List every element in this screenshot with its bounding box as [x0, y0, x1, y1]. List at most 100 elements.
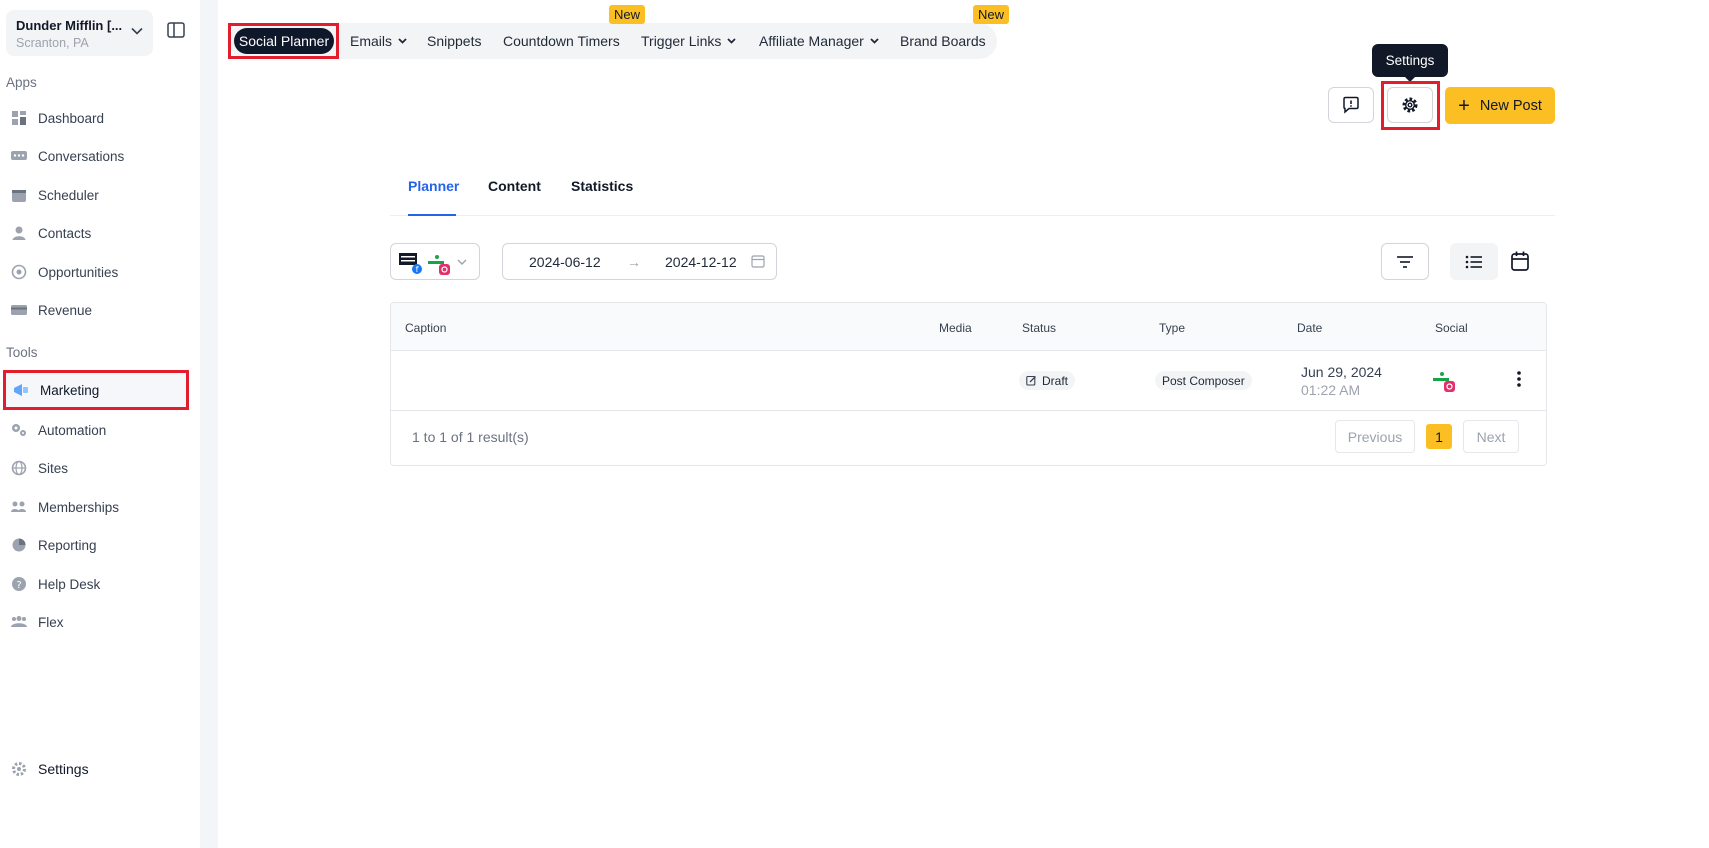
- sidebar-item-settings[interactable]: Settings: [10, 758, 89, 780]
- account-logo-icon: f: [399, 253, 422, 274]
- sidebar-item-dashboard[interactable]: Dashboard: [10, 107, 104, 129]
- list-view-button[interactable]: [1450, 243, 1498, 280]
- column-caption: Caption: [405, 321, 447, 335]
- post-date: Jun 29, 2024: [1301, 364, 1382, 380]
- sidebar-item-label: Settings: [38, 761, 89, 777]
- edit-icon: [1026, 375, 1036, 386]
- account-name: Dunder Mifflin [...: [16, 18, 123, 33]
- tab-social-planner[interactable]: Social Planner: [234, 28, 334, 54]
- person-icon: [10, 224, 28, 242]
- settings-button[interactable]: [1387, 87, 1433, 123]
- filter-icon: [1397, 255, 1413, 268]
- gear-icon: [1402, 97, 1418, 113]
- plus-icon: +: [1458, 94, 1470, 117]
- chevron-down-icon: [398, 38, 407, 44]
- more-options-icon[interactable]: [1516, 370, 1522, 388]
- sidebar-item-label: Scheduler: [38, 187, 99, 203]
- tab-content[interactable]: Content: [488, 178, 541, 194]
- previous-button[interactable]: Previous: [1335, 420, 1415, 453]
- tab-trigger-links[interactable]: Trigger Links: [641, 23, 737, 59]
- date-range-picker[interactable]: 2024-06-12 → 2024-12-12: [502, 243, 777, 280]
- sidebar-item-label: Dashboard: [38, 110, 105, 126]
- new-post-label: New Post: [1479, 97, 1542, 114]
- feedback-icon: [1343, 96, 1359, 114]
- new-post-button[interactable]: + New Post: [1445, 87, 1555, 124]
- sidebar-item-contacts[interactable]: Contacts: [10, 222, 91, 244]
- tab-statistics[interactable]: Statistics: [571, 178, 633, 194]
- tab-emails[interactable]: Emails: [350, 23, 407, 59]
- tools-section-title: Tools: [6, 345, 38, 360]
- tab-planner[interactable]: Planner: [408, 178, 459, 194]
- sidebar-item-opportunities[interactable]: Opportunities: [10, 261, 118, 283]
- feedback-button[interactable]: [1328, 87, 1374, 123]
- sidebar-item-reporting[interactable]: Reporting: [10, 534, 97, 556]
- start-date[interactable]: 2024-06-12: [529, 254, 601, 270]
- tab-affiliate-manager[interactable]: Affiliate Manager: [759, 23, 879, 59]
- svg-text:?: ?: [16, 580, 21, 591]
- sidebar-item-label: Help Desk: [38, 576, 101, 592]
- tab-brand-boards[interactable]: Brand Boards: [900, 23, 986, 59]
- posts-table: Caption Media Status Type Date Social Dr…: [390, 302, 1547, 466]
- sidebar-item-revenue[interactable]: Revenue: [10, 299, 92, 321]
- tab-countdown-timers[interactable]: Countdown Timers: [503, 23, 620, 59]
- chevron-down-icon: [131, 27, 143, 35]
- chevron-down-icon: [727, 38, 737, 44]
- sidebar-item-label: Contacts: [38, 225, 92, 241]
- tab-label: Emails: [350, 33, 393, 49]
- users-icon: [10, 613, 28, 631]
- sidebar: Dunder Mifflin [... Scranton, PA Apps Da…: [0, 0, 200, 848]
- next-button[interactable]: Next: [1463, 420, 1519, 453]
- table-row[interactable]: Draft Post Composer Jun 29, 2024 01:22 A…: [391, 351, 1546, 411]
- sidebar-item-conversations[interactable]: Conversations: [10, 145, 124, 167]
- sidebar-item-label: Flex: [38, 614, 64, 630]
- sidebar-item-label: Conversations: [38, 148, 125, 164]
- chevron-down-icon: [870, 38, 879, 44]
- new-badge: New: [609, 5, 646, 24]
- sidebar-item-help-desk[interactable]: ? Help Desk: [10, 573, 100, 595]
- instagram-icon: [428, 255, 450, 275]
- sidebar-divider: [200, 0, 218, 848]
- tab-label: Trigger Links: [641, 33, 722, 49]
- sidebar-item-flex[interactable]: Flex: [10, 611, 64, 633]
- sidebar-item-scheduler[interactable]: Scheduler: [10, 184, 99, 206]
- apps-section-title: Apps: [6, 75, 37, 90]
- sidebar-item-label: Sites: [38, 460, 69, 476]
- page-number-button[interactable]: 1: [1426, 424, 1452, 449]
- sidebar-item-marketing[interactable]: Marketing: [3, 370, 189, 410]
- sidebar-item-label: Opportunities: [38, 264, 119, 280]
- dashboard-icon: [10, 109, 28, 127]
- calendar-view-icon[interactable]: [1510, 250, 1530, 272]
- chevron-down-icon: [457, 259, 467, 265]
- gears-icon: [10, 421, 28, 439]
- filter-button[interactable]: [1381, 243, 1429, 280]
- sidebar-item-automation[interactable]: Automation: [10, 419, 106, 441]
- column-type: Type: [1159, 321, 1186, 335]
- target-icon: [10, 263, 28, 281]
- column-social: Social: [1435, 321, 1468, 335]
- account-switcher[interactable]: Dunder Mifflin [... Scranton, PA: [6, 10, 153, 56]
- instagram-icon: [1433, 372, 1455, 392]
- social-account-select[interactable]: f: [390, 243, 480, 280]
- list-icon: [1465, 255, 1482, 268]
- column-date: Date: [1297, 321, 1323, 335]
- settings-tooltip: Settings: [1372, 44, 1448, 82]
- table-header: Caption Media Status Type Date Social: [391, 303, 1546, 351]
- gear-icon: [10, 760, 28, 778]
- sidebar-collapse-icon[interactable]: [167, 22, 185, 38]
- status-text: Draft: [1042, 373, 1069, 388]
- help-icon: ?: [10, 575, 28, 593]
- end-date[interactable]: 2024-12-12: [665, 254, 737, 270]
- tab-snippets[interactable]: Snippets: [427, 23, 481, 59]
- sidebar-item-label: Reporting: [38, 537, 97, 553]
- type-badge: Post Composer: [1155, 371, 1252, 390]
- subtabs-divider: [390, 215, 1555, 216]
- sidebar-item-label: Revenue: [38, 302, 93, 318]
- sidebar-item-sites[interactable]: Sites: [10, 457, 68, 479]
- sidebar-item-label: Memberships: [38, 499, 120, 515]
- post-time: 01:22 AM: [1301, 382, 1361, 398]
- new-badge: New: [973, 5, 1010, 24]
- sidebar-item-label: Automation: [38, 422, 107, 438]
- calendar-icon: [10, 186, 28, 204]
- sidebar-item-memberships[interactable]: Memberships: [10, 496, 119, 518]
- status-badge: Draft: [1019, 371, 1076, 390]
